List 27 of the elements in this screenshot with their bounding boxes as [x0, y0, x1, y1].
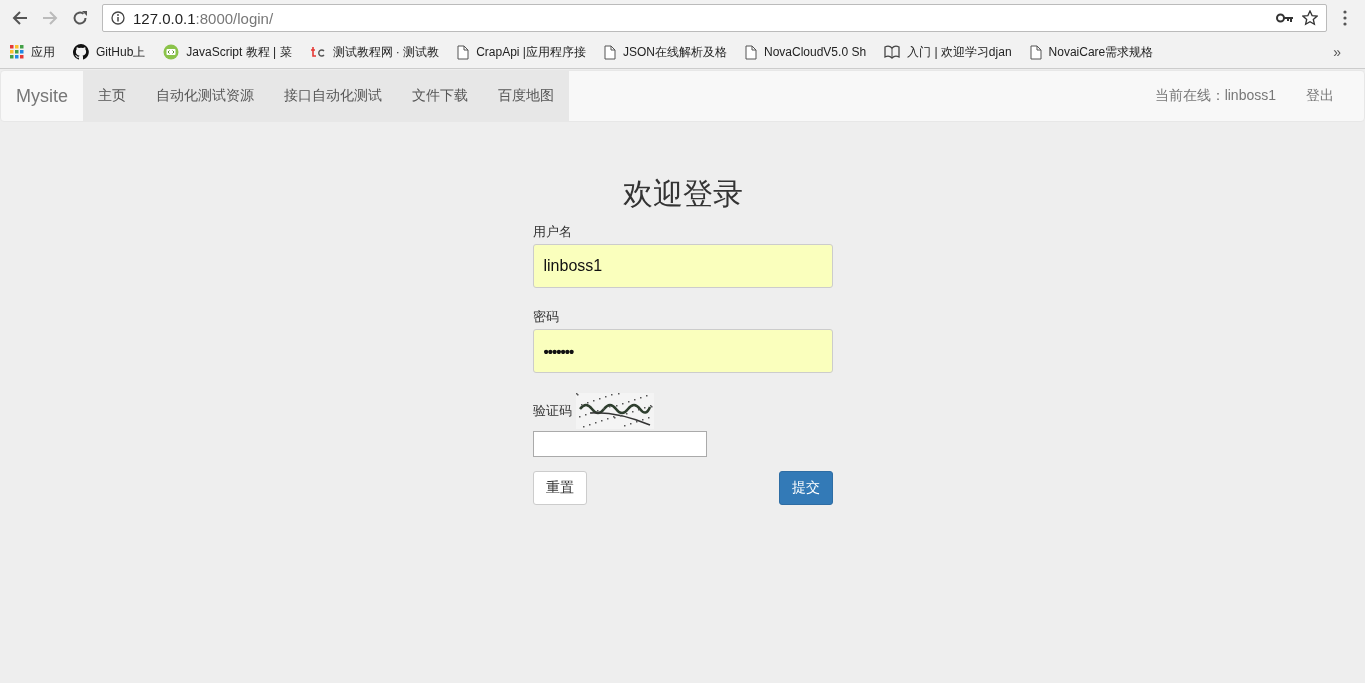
bookmark-link[interactable]: NovaCloudV5.0 Sh — [764, 45, 867, 59]
login-title: 欢迎登录 — [621, 176, 744, 212]
bookmark-link[interactable]: JavaScript 教程 | 菜 — [186, 43, 292, 61]
bookmark-link[interactable]: CrapApi |应用程序接 — [476, 43, 586, 61]
bookmark-link[interactable]: JSON在线解析及格 — [623, 43, 727, 61]
password-field[interactable]: ••••••• — [532, 329, 833, 373]
field-label: 验证码 — [532, 402, 572, 420]
reset-button[interactable]: 重置 — [532, 471, 587, 505]
nav-link[interactable]: 主页 — [83, 71, 141, 121]
nav-link[interactable]: 自动化测试资源 — [141, 71, 269, 121]
logout-link[interactable]: 登出 — [1291, 71, 1364, 121]
bookmark-link[interactable]: 应用 — [31, 43, 55, 61]
nav-link[interactable]: 文件下载 — [397, 71, 483, 121]
nav-link[interactable]: 百度地图 — [483, 71, 569, 121]
submit-button[interactable]: 提交 — [778, 471, 833, 505]
bookmark-link[interactable]: 测试教程网 · 测试教 — [332, 43, 440, 61]
username-field[interactable]: linboss1 — [532, 244, 833, 288]
address-bar[interactable]: 127.0.0.1:8000/login/ — [102, 4, 1327, 32]
bookmark-link[interactable]: NovaiCare需求规格 — [1048, 43, 1154, 61]
online-user-text: 当前在线：linboss1 — [1153, 86, 1277, 105]
nav-link[interactable]: 接口自动化测试 — [269, 71, 397, 121]
field-label: 用户名 — [532, 223, 573, 241]
more-bookmarks-button[interactable]: » — [1333, 44, 1341, 60]
bookmark-link[interactable]: GitHub上 — [96, 43, 146, 61]
site-brand[interactable]: Mysite — [1, 71, 83, 121]
field-label: 密码 — [532, 308, 560, 326]
bookmark-link[interactable]: 入门 | 欢迎学习djan — [907, 43, 1012, 61]
